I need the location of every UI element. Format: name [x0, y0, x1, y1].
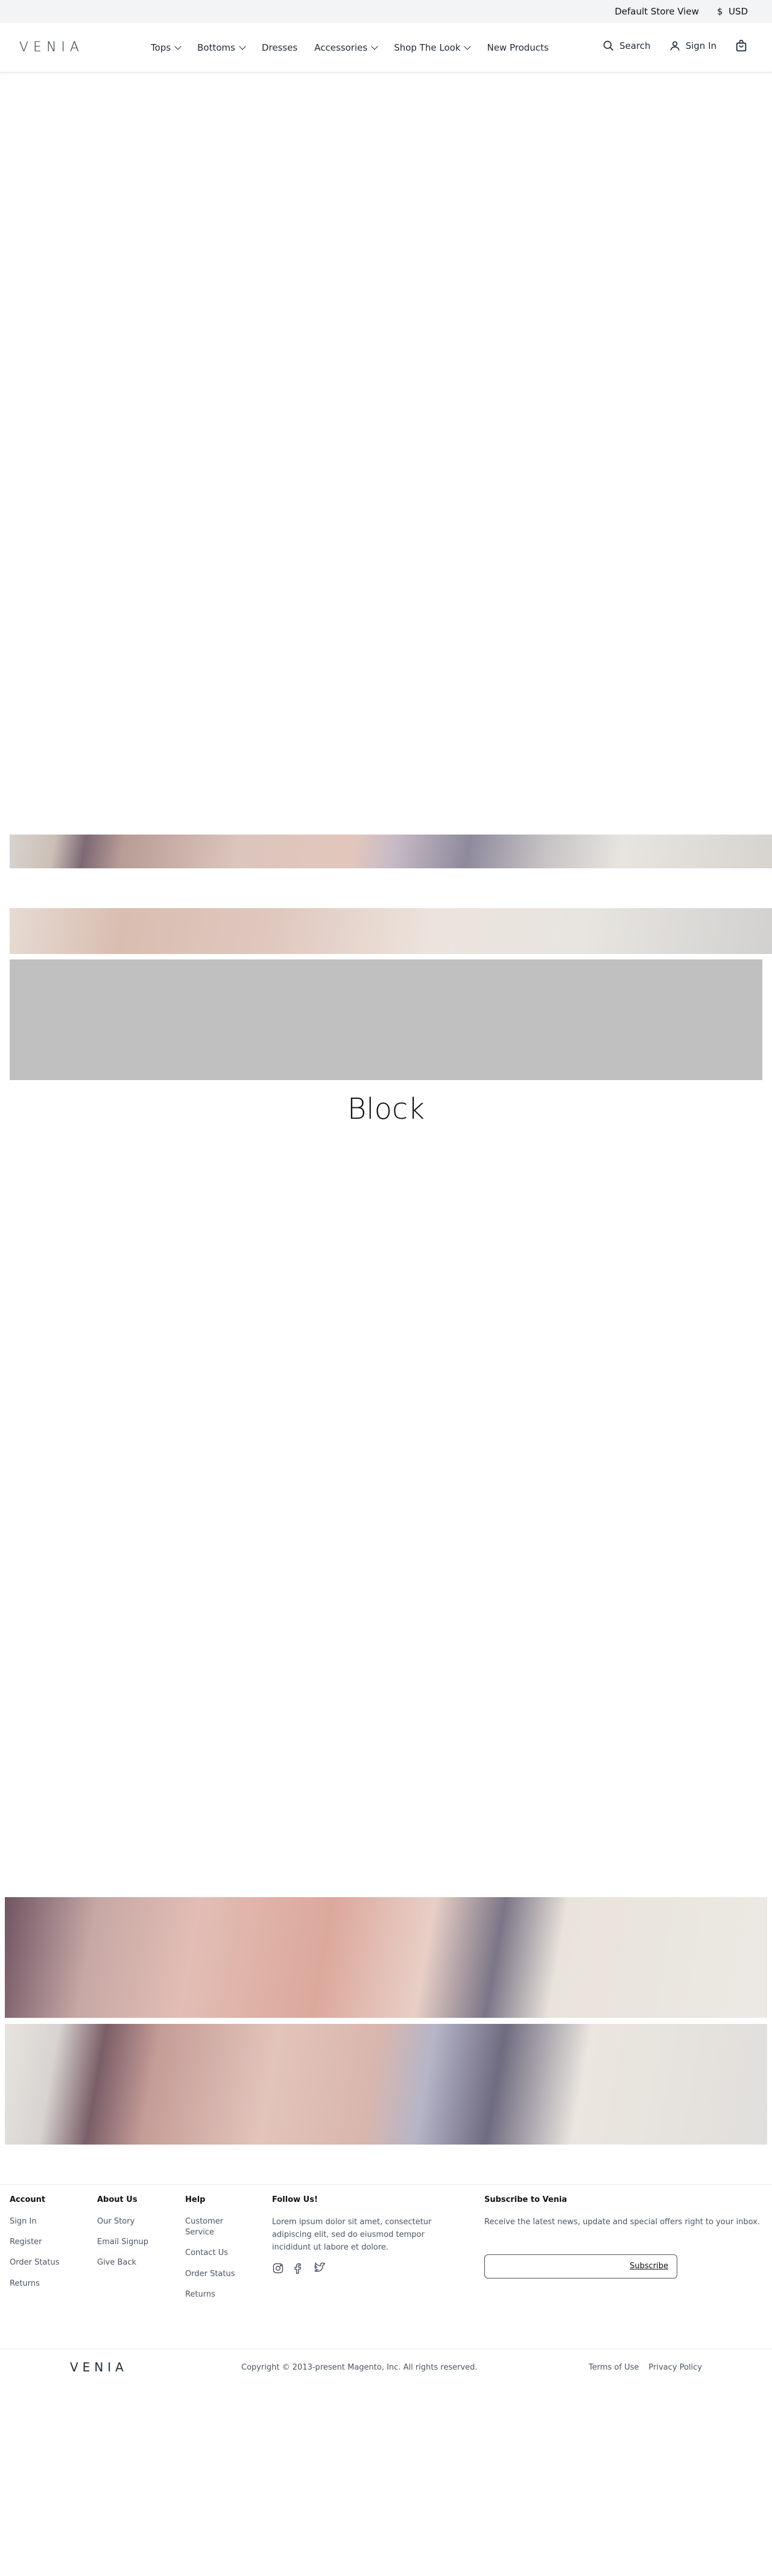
footer-subscribe-column: Subscribe to Venia Receive the latest ne… [484, 2195, 762, 2279]
instagram-icon[interactable] [272, 2262, 284, 2277]
header-actions: Search Sign In [603, 39, 748, 52]
nav-item-new-products[interactable]: New Products [487, 42, 548, 53]
banner-image-strap [5, 1897, 767, 2018]
nav-item-dresses[interactable]: Dresses [262, 42, 297, 53]
nav-label: Accessories [314, 42, 368, 53]
social-links [272, 2262, 441, 2277]
nav-label: Tops [151, 42, 171, 53]
footer-account-title: Account [10, 2195, 46, 2204]
banner-image-fabric [10, 908, 772, 954]
footer-help-column: Help Customer Service Contact Us Order S… [185, 2195, 252, 2310]
nav-item-bottoms[interactable]: Bottoms [197, 42, 246, 53]
footer-link-contact-us[interactable]: Contact Us [185, 2248, 252, 2259]
subscribe-email-input[interactable] [489, 2258, 621, 2274]
footer-link-our-story[interactable]: Our Story [97, 2216, 148, 2227]
shopping-bag-icon [735, 39, 748, 52]
footer-subscribe-title: Subscribe to Venia [484, 2195, 568, 2204]
footer-follow-column: Follow Us! Lorem ipsum dolor sit amet, c… [272, 2195, 441, 2277]
main-nav: Tops Bottoms Dresses Accessories Shop Th… [151, 42, 549, 53]
logo[interactable]: VENIA [19, 40, 84, 55]
chevron-down-icon [464, 42, 472, 50]
footer-follow-title: Follow Us! [272, 2195, 318, 2204]
store-switcher[interactable]: Default Store View [615, 6, 699, 17]
cart-button[interactable] [735, 39, 748, 52]
footer-account-column: Account Sign In Register Order Status Re… [10, 2195, 60, 2299]
copyright-text: Copyright © 2013-present Magento, Inc. A… [241, 2363, 478, 2372]
footer-link-register[interactable]: Register [10, 2237, 60, 2248]
search-icon [603, 40, 615, 52]
subscribe-button[interactable]: Subscribe [630, 2262, 668, 2271]
banner-image-watch [10, 835, 772, 868]
top-bar: Default Store View $ USD [0, 0, 772, 23]
footer-logo[interactable]: VENIA [70, 2360, 128, 2374]
footer-divider [0, 2184, 772, 2185]
footer-help-title: Help [185, 2195, 206, 2204]
nav-item-tops[interactable]: Tops [151, 42, 182, 53]
footer-link-email-signup[interactable]: Email Signup [97, 2237, 148, 2248]
footer-bottom-bar: VENIA Copyright © 2013-present Magento, … [0, 2349, 772, 2385]
nav-label: Dresses [261, 42, 298, 53]
facebook-icon[interactable] [293, 2262, 305, 2277]
search-button[interactable]: Search [603, 40, 651, 52]
terms-link[interactable]: Terms of Use [589, 2363, 639, 2372]
footer-about-title: About Us [97, 2195, 138, 2204]
image-placeholder [10, 959, 762, 1080]
footer-link-sign-in[interactable]: Sign In [10, 2216, 60, 2227]
footer-link-order-status[interactable]: Order Status [10, 2257, 60, 2268]
nav-label: New Products [487, 42, 549, 53]
chevron-down-icon [239, 42, 246, 50]
user-icon [669, 40, 681, 52]
currency-switcher[interactable]: $ USD [717, 6, 748, 17]
nav-item-shop-the-look[interactable]: Shop The Look [394, 42, 472, 53]
currency-code: USD [728, 6, 748, 17]
twitter-icon[interactable] [313, 2262, 326, 2277]
nav-item-accessories[interactable]: Accessories [314, 42, 378, 53]
legal-links: Terms of Use Privacy Policy [589, 2363, 702, 2372]
currency-symbol: $ [717, 6, 723, 17]
site-header: VENIA Tops Bottoms Dresses Accessories S… [0, 23, 772, 72]
footer-link-returns-help[interactable]: Returns [185, 2289, 252, 2300]
footer-follow-text: Lorem ipsum dolor sit amet, consectetur … [272, 2218, 432, 2252]
sign-in-button[interactable]: Sign In [669, 40, 717, 52]
block-heading: Block [347, 1092, 425, 1126]
footer-link-order-status-help[interactable]: Order Status [185, 2269, 252, 2280]
footer-subscribe-text: Receive the latest news, update and spec… [484, 2218, 760, 2227]
sign-in-label: Sign In [685, 40, 717, 51]
nav-label: Bottoms [197, 42, 235, 53]
subscribe-form: Subscribe [484, 2254, 677, 2279]
footer-about-column: About Us Our Story Email Signup Give Bac… [97, 2195, 148, 2279]
nav-label: Shop The Look [394, 42, 461, 53]
footer-link-give-back[interactable]: Give Back [97, 2257, 148, 2268]
chevron-down-icon [174, 42, 182, 50]
footer-link-customer-service[interactable]: Customer Service [185, 2216, 252, 2238]
privacy-link[interactable]: Privacy Policy [648, 2363, 702, 2372]
footer-link-returns[interactable]: Returns [10, 2279, 60, 2289]
chevron-down-icon [371, 42, 378, 50]
search-label: Search [619, 40, 651, 51]
banner-image-watch-large [5, 2024, 767, 2145]
